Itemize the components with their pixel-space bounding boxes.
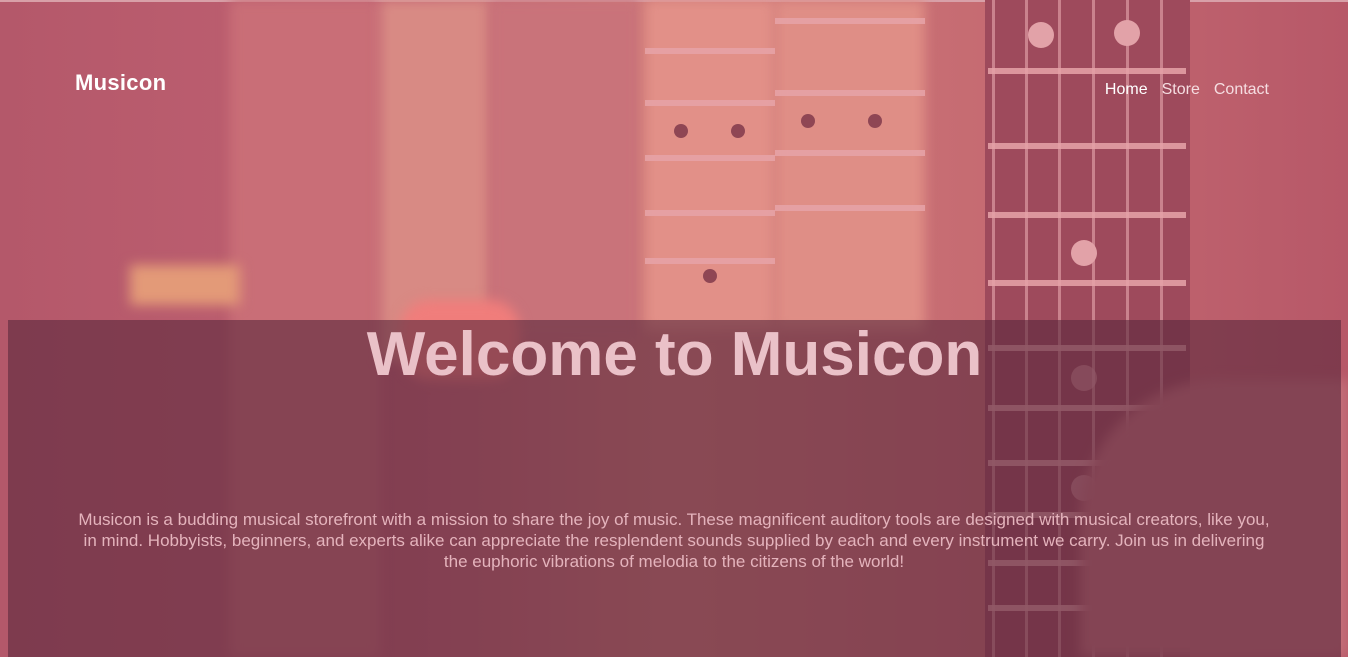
page-title: Welcome to Musicon — [366, 320, 983, 389]
welcome-panel: Welcome to Musicon Musicon is a budding … — [8, 320, 1341, 657]
fret — [988, 212, 1186, 218]
site-logo[interactable]: Musicon — [75, 70, 166, 96]
bg-shape — [130, 265, 240, 305]
nav-link-store[interactable]: Store — [1162, 81, 1200, 99]
intro-paragraph: Musicon is a budding musical storefront … — [78, 510, 1270, 571]
nav-link-contact[interactable]: Contact — [1214, 81, 1269, 99]
inlay-dot — [1071, 240, 1097, 266]
fret — [775, 205, 925, 211]
inlay-dot — [703, 269, 717, 283]
fret — [645, 155, 775, 161]
fret — [645, 258, 775, 264]
fret — [988, 280, 1186, 286]
fret — [775, 150, 925, 156]
nav-link-home[interactable]: Home — [1105, 81, 1148, 99]
main-nav: Home Store Contact — [1105, 81, 1269, 99]
fret — [645, 210, 775, 216]
site-header: Musicon Home Store Contact — [0, 0, 1348, 150]
